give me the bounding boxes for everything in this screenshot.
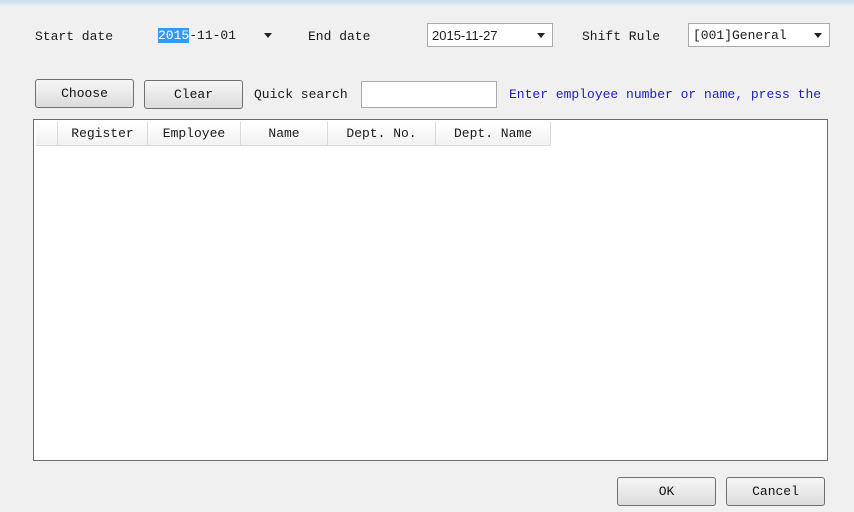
quick-search-input[interactable]: [361, 81, 497, 108]
ok-button[interactable]: OK: [617, 477, 716, 506]
start-date-picker[interactable]: 2015-11-01: [153, 23, 280, 47]
shift-rule-dropdown-button[interactable]: [807, 24, 829, 46]
end-date-value[interactable]: 2015-11-27: [432, 28, 530, 43]
end-date-dropdown-button[interactable]: [530, 24, 552, 46]
chevron-down-icon: [264, 32, 272, 38]
column-header-name[interactable]: Name: [241, 122, 328, 146]
chevron-down-icon: [814, 32, 822, 38]
table-header-corner: [36, 122, 58, 146]
choose-button[interactable]: Choose: [35, 79, 134, 108]
employee-table[interactable]: Register Employee Name Dept. No. Dept. N…: [33, 119, 828, 461]
start-date-label: Start date: [35, 29, 114, 44]
column-header-employee[interactable]: Employee: [148, 122, 241, 146]
column-header-dept-no[interactable]: Dept. No.: [328, 122, 436, 146]
start-date-year-selected: 2015: [158, 27, 190, 43]
end-date-picker[interactable]: 2015-11-27: [427, 23, 553, 47]
column-header-register[interactable]: Register: [58, 122, 148, 146]
start-date-remainder: -11-01: [189, 27, 237, 43]
window-title-bar-edge: [0, 0, 854, 6]
shift-rule-value: [001]General: [693, 27, 787, 43]
start-date-value[interactable]: 2015-11-01: [158, 27, 257, 43]
shift-rule-label: Shift Rule: [582, 29, 661, 44]
end-date-label: End date: [308, 29, 371, 44]
clear-button[interactable]: Clear: [144, 80, 243, 109]
chevron-down-icon: [537, 32, 545, 38]
shift-rule-select[interactable]: [001]General: [688, 23, 830, 47]
quick-search-hint: Enter employee number or name, press the: [509, 87, 822, 102]
start-date-dropdown-button[interactable]: [257, 24, 279, 46]
quick-search-label: Quick search: [254, 87, 348, 102]
table-header-row: Register Employee Name Dept. No. Dept. N…: [36, 122, 551, 146]
cancel-button[interactable]: Cancel: [726, 477, 825, 506]
column-header-dept-name[interactable]: Dept. Name: [436, 122, 551, 146]
